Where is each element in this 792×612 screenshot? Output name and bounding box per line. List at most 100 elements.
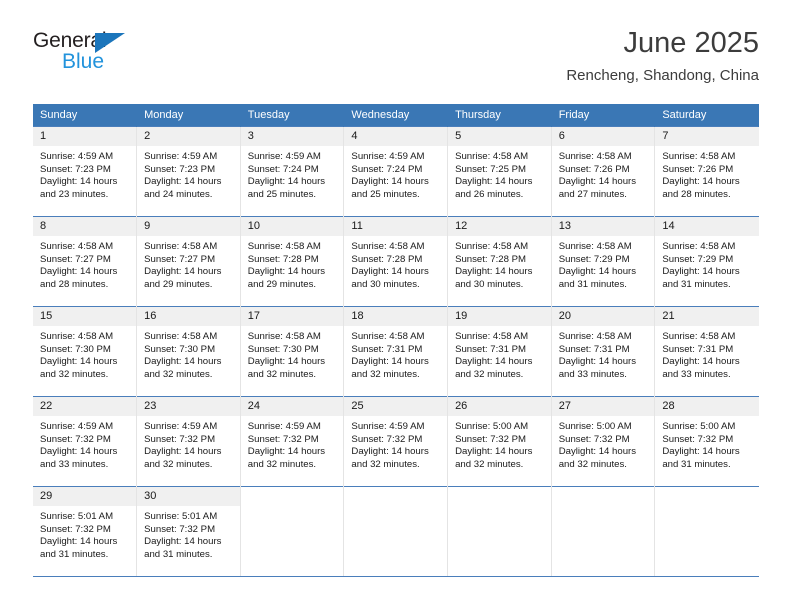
sunrise-text: Sunrise: 4:58 AM: [144, 331, 218, 342]
calendar-day-cell[interactable]: 9 Sunrise: 4:58 AM Sunset: 7:27 PM Daylight…: [136, 216, 241, 307]
calendar-week-row: 22 Sunrise: 4:59 AM Sunset: 7:32 PM Dayligh…: [33, 396, 759, 487]
sunrise-text: Sunrise: 4:58 AM: [351, 241, 425, 252]
calendar-day-cell[interactable]: 10 Sunrise: 4:58 AM Sunset: 7:28 PM Dayligh…: [240, 216, 345, 307]
calendar-week-row: 29 Sunrise: 5:01 AM Sunset: 7:32 PM Dayligh…: [33, 486, 759, 577]
day-number: 26: [448, 397, 551, 416]
day-number: 15: [33, 307, 137, 326]
calendar-day-cell[interactable]: 6 Sunrise: 4:58 AM Sunset: 7:26 PM Daylight…: [551, 126, 656, 217]
day-number: 28: [655, 397, 759, 416]
day-number: 24: [240, 397, 344, 416]
daylight-text: Daylight: 14 hours and 23 minutes.: [40, 176, 118, 200]
calendar-week-row: 15 Sunrise: 4:58 AM Sunset: 7:30 PM Dayligh…: [33, 306, 759, 397]
day-details: Sunrise: 4:58 AM Sunset: 7:25 PM Daylight:…: [448, 146, 551, 201]
daylight-text: Daylight: 14 hours and 27 minutes.: [558, 176, 637, 200]
sunrise-text: Sunrise: 4:58 AM: [662, 331, 736, 342]
calendar-day-cell[interactable]: 27 Sunrise: 5:00 AM Sunset: 7:32 PM Dayligh…: [551, 396, 656, 487]
day-details: Sunrise: 4:58 AM Sunset: 7:26 PM Daylight:…: [552, 146, 655, 201]
sunset-text: Sunset: 7:31 PM: [558, 343, 630, 355]
sunset-text: Sunset: 7:32 PM: [144, 523, 216, 535]
daylight-text: Daylight: 14 hours and 30 minutes.: [351, 266, 429, 290]
daylight-text: Daylight: 14 hours and 33 minutes.: [40, 446, 118, 470]
daylight-text: Daylight: 14 hours and 31 minutes.: [558, 266, 637, 290]
day-details: Sunrise: 5:01 AM Sunset: 7:32 PM Daylight:…: [33, 506, 136, 561]
sunset-text: Sunset: 7:32 PM: [40, 523, 111, 535]
day-details: Sunrise: 4:58 AM Sunset: 7:31 PM Daylight:…: [344, 326, 447, 381]
daylight-text: Daylight: 14 hours and 31 minutes.: [40, 536, 118, 560]
day-number: [552, 487, 655, 506]
daylight-text: Daylight: 14 hours and 32 minutes.: [351, 446, 429, 470]
calendar-week-row: 1 Sunrise: 4:59 AM Sunset: 7:23 PM Daylight…: [33, 126, 759, 217]
calendar-day-cell[interactable]: 19 Sunrise: 4:58 AM Sunset: 7:31 PM Dayligh…: [447, 306, 552, 397]
daylight-text: Daylight: 14 hours and 24 minutes.: [144, 176, 222, 200]
calendar-day-cell[interactable]: 29 Sunrise: 5:01 AM Sunset: 7:32 PM Dayligh…: [33, 486, 138, 577]
calendar-day-cell[interactable]: 13 Sunrise: 4:58 AM Sunset: 7:29 PM Dayligh…: [551, 216, 656, 307]
day-details: Sunrise: 4:58 AM Sunset: 7:31 PM Daylight:…: [552, 326, 655, 381]
calendar-day-cell[interactable]: 3 Sunrise: 4:59 AM Sunset: 7:24 PM Daylight…: [240, 126, 345, 217]
sunset-text: Sunset: 7:32 PM: [351, 433, 423, 445]
sunset-text: Sunset: 7:29 PM: [558, 253, 630, 265]
calendar-day-cell[interactable]: 18 Sunrise: 4:58 AM Sunset: 7:31 PM Dayligh…: [343, 306, 449, 397]
sunset-text: Sunset: 7:28 PM: [455, 253, 526, 265]
calendar-cell-empty: [654, 486, 759, 577]
daylight-text: Daylight: 14 hours and 32 minutes.: [558, 446, 637, 470]
day-number: 17: [240, 307, 344, 326]
sunrise-text: Sunrise: 4:58 AM: [455, 151, 529, 162]
daylight-text: Daylight: 14 hours and 32 minutes.: [351, 356, 429, 380]
day-number: 22: [33, 397, 137, 416]
day-details: Sunrise: 4:58 AM Sunset: 7:29 PM Daylight:…: [552, 236, 655, 291]
day-number: 8: [33, 217, 137, 236]
generalblue-logo: General Blue: [33, 30, 163, 76]
sunset-text: Sunset: 7:32 PM: [247, 433, 319, 445]
day-number: 18: [344, 307, 448, 326]
sunrise-text: Sunrise: 4:59 AM: [40, 421, 114, 432]
day-details: Sunrise: 4:58 AM Sunset: 7:28 PM Daylight:…: [344, 236, 447, 291]
calendar-day-cell[interactable]: 25 Sunrise: 4:59 AM Sunset: 7:32 PM Dayligh…: [343, 396, 449, 487]
daylight-text: Daylight: 14 hours and 28 minutes.: [40, 266, 118, 290]
calendar-day-cell[interactable]: 2 Sunrise: 4:59 AM Sunset: 7:23 PM Daylight…: [136, 126, 241, 217]
sunrise-text: Sunrise: 5:01 AM: [40, 511, 114, 522]
day-number: 2: [137, 127, 240, 146]
daylight-text: Daylight: 14 hours and 30 minutes.: [455, 266, 533, 290]
sunset-text: Sunset: 7:29 PM: [662, 253, 734, 265]
sunrise-text: Sunrise: 4:58 AM: [247, 241, 321, 252]
calendar-day-cell[interactable]: 1 Sunrise: 4:59 AM Sunset: 7:23 PM Daylight…: [33, 126, 138, 217]
weekday-header-thursday: Thursday: [447, 104, 552, 127]
calendar-day-cell[interactable]: 4 Sunrise: 4:59 AM Sunset: 7:24 PM Daylight…: [343, 126, 449, 217]
calendar-day-cell[interactable]: 12 Sunrise: 4:58 AM Sunset: 7:28 PM Dayligh…: [447, 216, 552, 307]
calendar-day-cell[interactable]: 21 Sunrise: 4:58 AM Sunset: 7:31 PM Dayligh…: [654, 306, 759, 397]
day-details: Sunrise: 4:58 AM Sunset: 7:29 PM Daylight:…: [655, 236, 758, 291]
sunrise-text: Sunrise: 4:59 AM: [247, 421, 321, 432]
sunrise-text: Sunrise: 4:59 AM: [40, 151, 114, 162]
sunset-text: Sunset: 7:32 PM: [662, 433, 734, 445]
calendar-day-cell[interactable]: 14 Sunrise: 4:58 AM Sunset: 7:29 PM Dayligh…: [654, 216, 759, 307]
calendar-day-cell[interactable]: 20 Sunrise: 4:58 AM Sunset: 7:31 PM Dayligh…: [551, 306, 656, 397]
sunset-text: Sunset: 7:24 PM: [247, 163, 319, 175]
calendar-day-cell[interactable]: 22 Sunrise: 4:59 AM Sunset: 7:32 PM Dayligh…: [33, 396, 138, 487]
page-header: General Blue June 2025 Rencheng, Shandon…: [0, 0, 792, 84]
calendar-day-cell[interactable]: 16 Sunrise: 4:58 AM Sunset: 7:30 PM Dayligh…: [136, 306, 241, 397]
calendar-day-cell[interactable]: 28 Sunrise: 5:00 AM Sunset: 7:32 PM Dayligh…: [654, 396, 759, 487]
calendar-day-cell[interactable]: 24 Sunrise: 4:59 AM Sunset: 7:32 PM Dayligh…: [240, 396, 345, 487]
day-details: Sunrise: 4:59 AM Sunset: 7:32 PM Daylight:…: [33, 416, 136, 471]
sunrise-text: Sunrise: 4:58 AM: [662, 151, 736, 162]
calendar-day-cell[interactable]: 26 Sunrise: 5:00 AM Sunset: 7:32 PM Dayligh…: [447, 396, 552, 487]
daylight-text: Daylight: 14 hours and 32 minutes.: [247, 446, 326, 470]
day-number: 29: [33, 487, 137, 506]
day-details: Sunrise: 4:58 AM Sunset: 7:30 PM Daylight:…: [137, 326, 240, 381]
weekday-header-wednesday: Wednesday: [343, 104, 449, 127]
calendar-day-cell[interactable]: 5 Sunrise: 4:58 AM Sunset: 7:25 PM Daylight…: [447, 126, 552, 217]
calendar-day-cell[interactable]: 17 Sunrise: 4:58 AM Sunset: 7:30 PM Dayligh…: [240, 306, 345, 397]
title-block: June 2025 Rencheng, Shandong, China: [566, 26, 759, 86]
calendar-day-cell[interactable]: 11 Sunrise: 4:58 AM Sunset: 7:28 PM Dayligh…: [343, 216, 449, 307]
day-details: Sunrise: 4:59 AM Sunset: 7:23 PM Daylight:…: [137, 146, 240, 201]
daylight-text: Daylight: 14 hours and 31 minutes.: [662, 266, 740, 290]
calendar-day-cell[interactable]: 7 Sunrise: 4:58 AM Sunset: 7:26 PM Daylight…: [654, 126, 759, 217]
calendar-day-cell[interactable]: 15 Sunrise: 4:58 AM Sunset: 7:30 PM Dayligh…: [33, 306, 138, 397]
day-number: 6: [551, 127, 655, 146]
calendar-day-cell[interactable]: 23 Sunrise: 4:59 AM Sunset: 7:32 PM Dayligh…: [136, 396, 241, 487]
sunset-text: Sunset: 7:23 PM: [40, 163, 111, 175]
calendar-day-cell[interactable]: 8 Sunrise: 4:58 AM Sunset: 7:27 PM Daylight…: [33, 216, 138, 307]
calendar-day-cell[interactable]: 30 Sunrise: 5:01 AM Sunset: 7:32 PM Dayligh…: [136, 486, 241, 577]
day-details: Sunrise: 4:58 AM Sunset: 7:30 PM Daylight:…: [33, 326, 136, 381]
day-details: Sunrise: 5:01 AM Sunset: 7:32 PM Daylight:…: [137, 506, 240, 561]
